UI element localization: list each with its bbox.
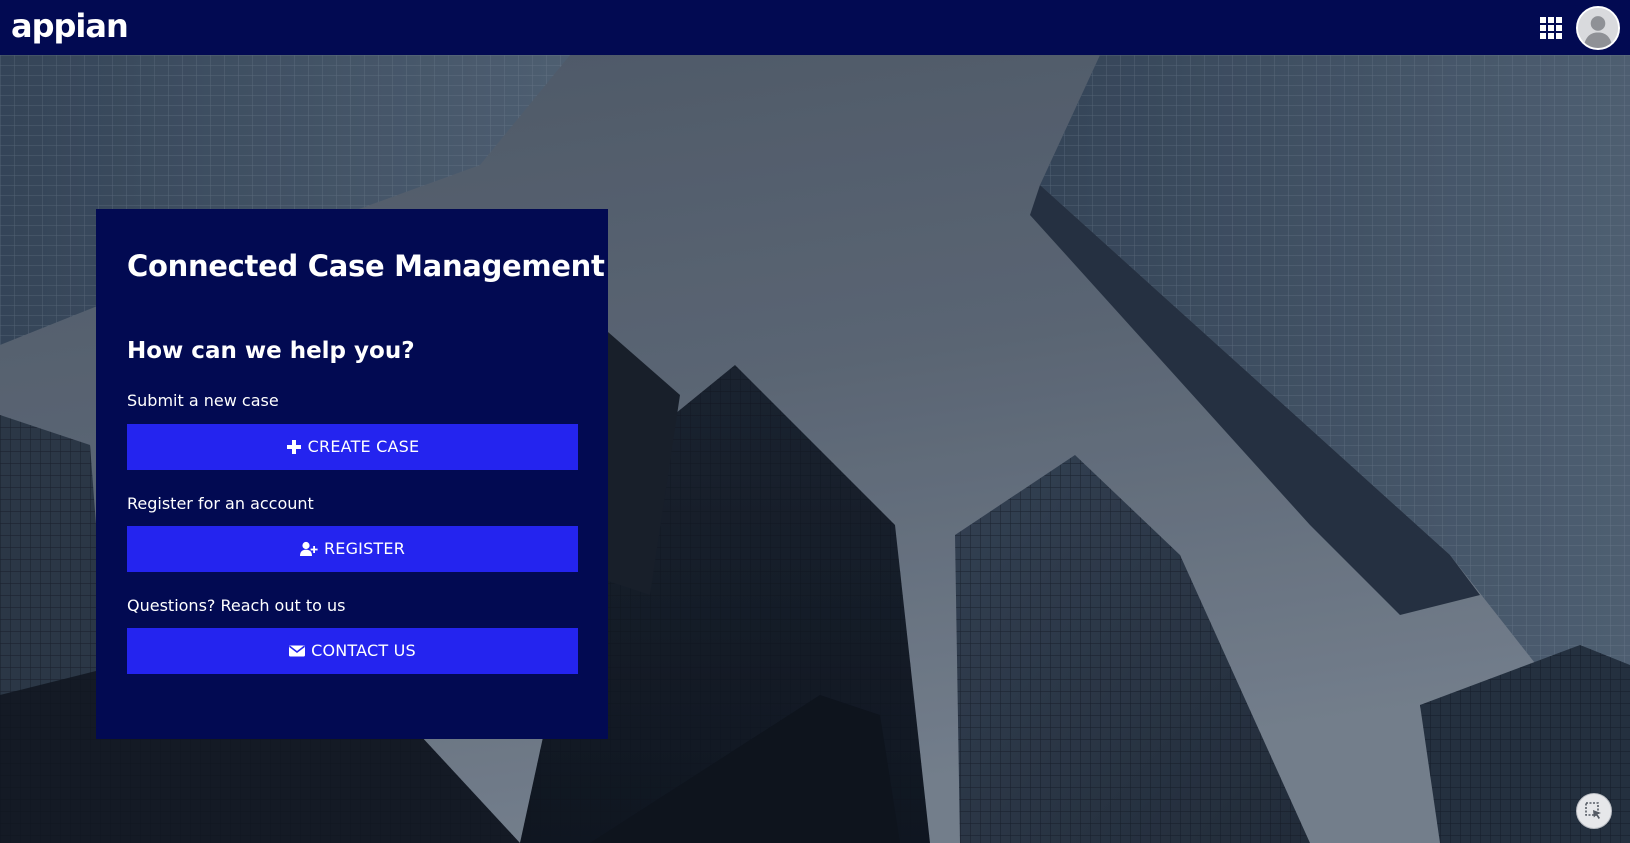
top-navigation-bar: appian xyxy=(0,0,1630,55)
contact-label: Questions? Reach out to us xyxy=(127,595,346,615)
envelope-icon xyxy=(289,645,306,657)
contact-us-button-label: CONTACT US xyxy=(311,641,416,661)
create-case-label: Submit a new case xyxy=(127,391,279,411)
cursor-select-icon xyxy=(1585,802,1601,819)
register-button[interactable]: REGISTER xyxy=(127,525,578,572)
create-case-button[interactable]: CREATE CASE xyxy=(127,423,578,470)
case-management-panel: Connected Case Management How can we hel… xyxy=(96,209,608,739)
create-case-button-label: CREATE CASE xyxy=(307,437,420,457)
grid-apps-icon[interactable] xyxy=(1540,16,1562,39)
user-avatar[interactable] xyxy=(1576,5,1620,50)
register-label: Register for an account xyxy=(127,493,314,513)
register-button-label: REGISTER xyxy=(323,539,406,559)
header-actions xyxy=(1540,5,1620,50)
page-title: Connected Case Management xyxy=(127,249,605,283)
user-avatar-icon xyxy=(1578,7,1618,48)
plus-icon xyxy=(286,439,301,454)
user-plus-icon xyxy=(299,541,318,556)
contact-us-button[interactable]: CONTACT US xyxy=(127,627,578,674)
appian-logo[interactable]: appian xyxy=(11,10,129,42)
select-tool-button[interactable] xyxy=(1576,793,1612,829)
help-subtitle: How can we help you? xyxy=(127,337,415,364)
